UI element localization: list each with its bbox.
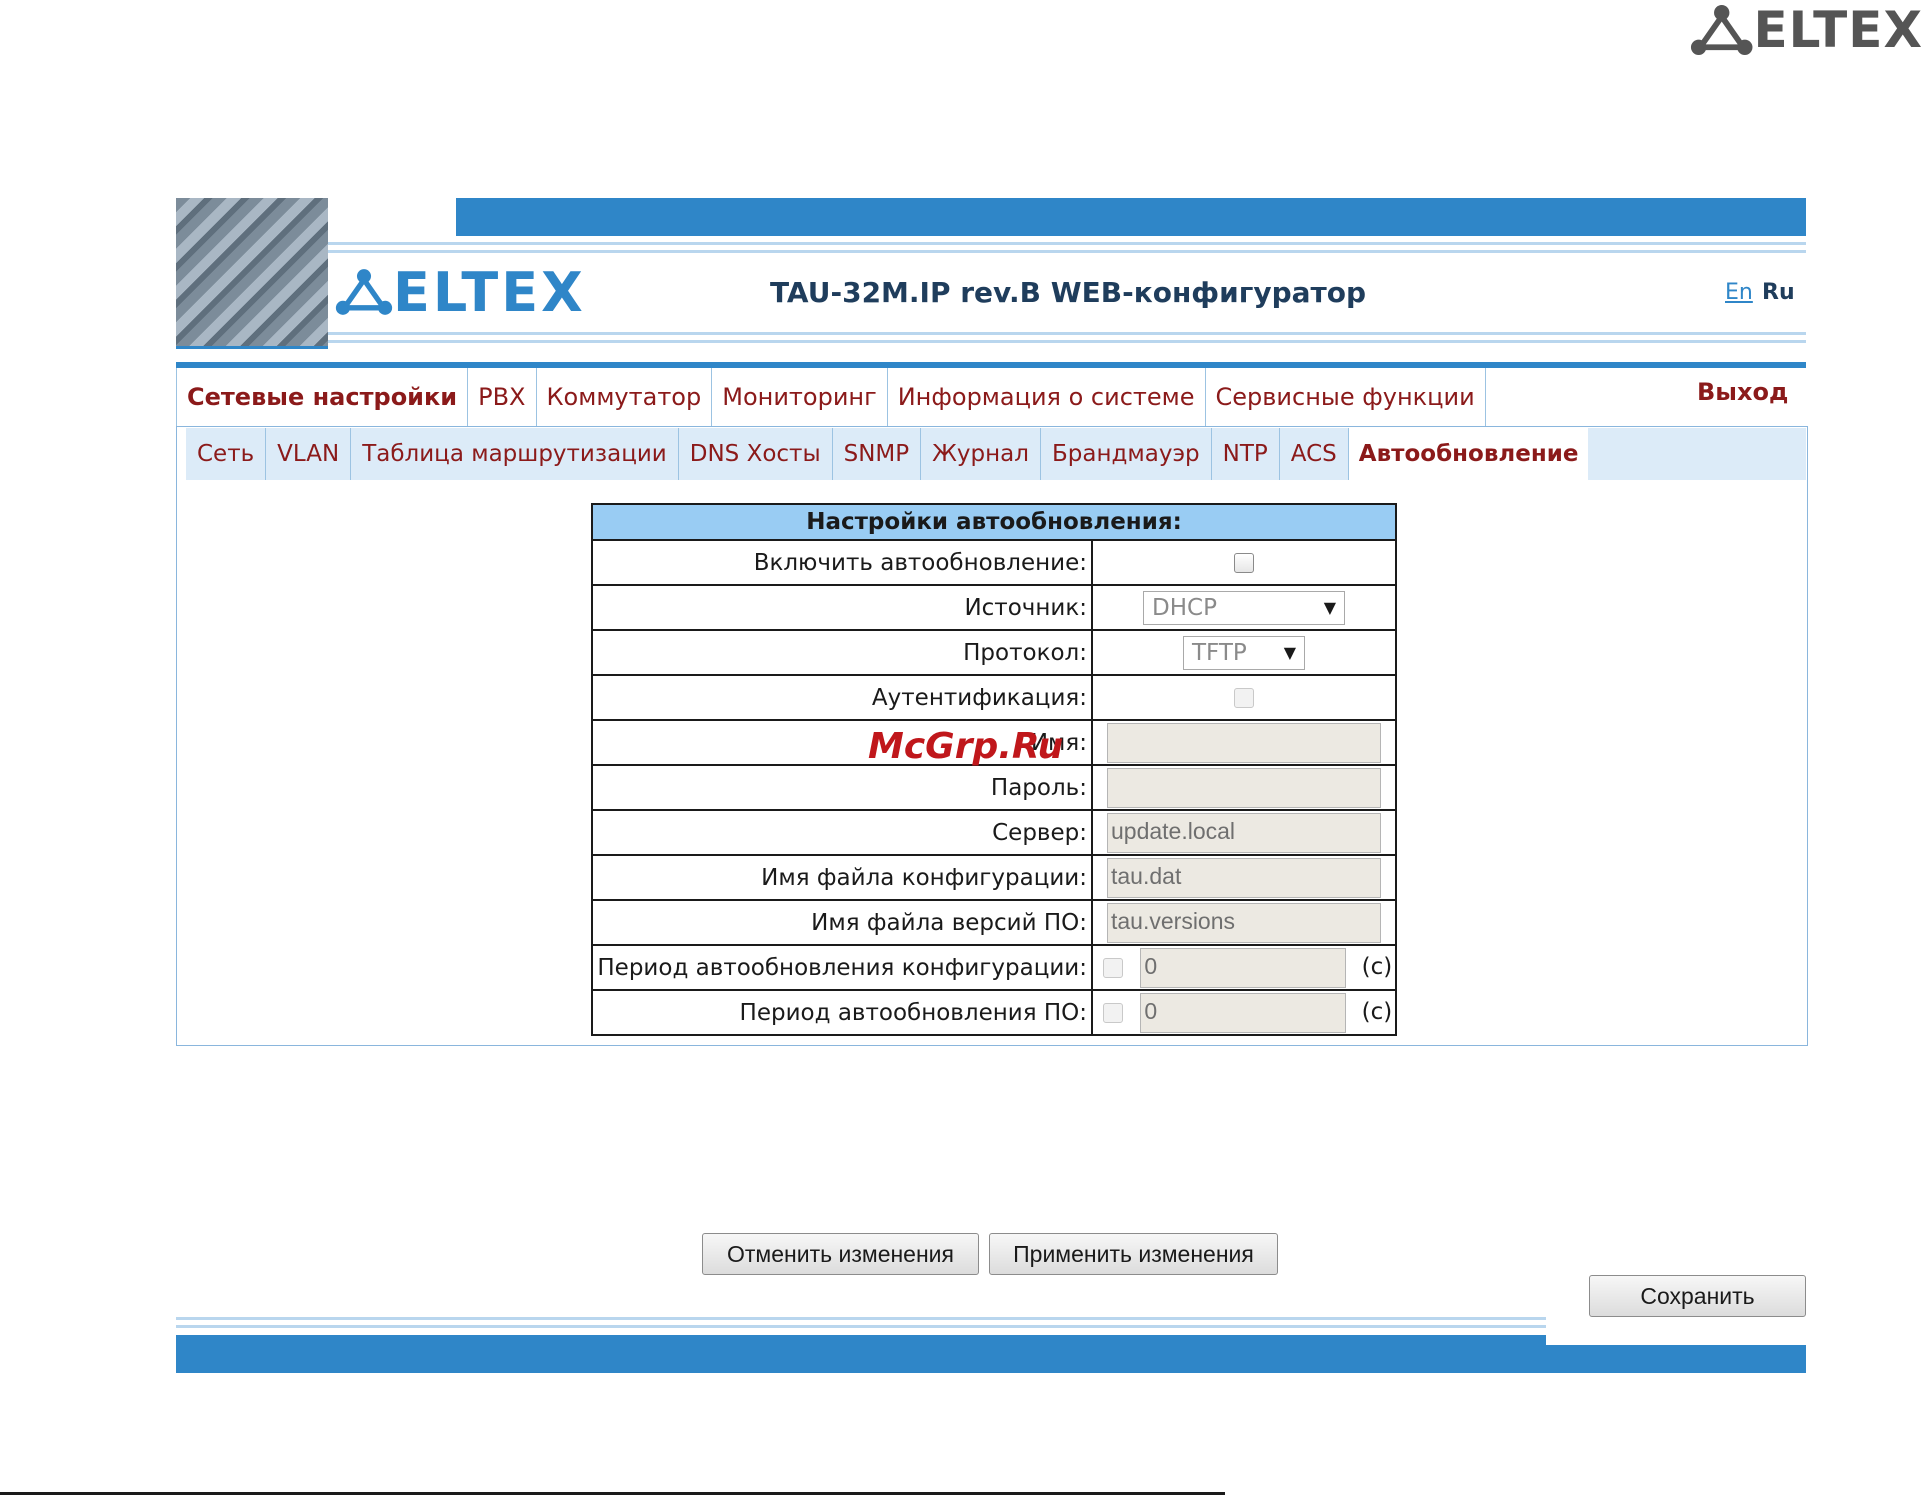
subtab-autoupdate[interactable]: Автообновление bbox=[1348, 428, 1589, 480]
config-period-label: Период автообновления конфигурации: bbox=[591, 944, 1093, 991]
protocol-select-value: TFTP bbox=[1192, 639, 1247, 666]
subtab-snmp[interactable]: SNMP bbox=[833, 428, 922, 480]
eltex-people-icon bbox=[1690, 5, 1753, 55]
fw-period-checkbox[interactable] bbox=[1103, 1002, 1123, 1023]
fw-period-label: Период автообновления ПО: bbox=[591, 989, 1093, 1036]
subtab-dns-hosts[interactable]: DNS Хосты bbox=[679, 428, 833, 480]
subtab-routing-table[interactable]: Таблица маршрутизации bbox=[351, 428, 679, 480]
table-row: Аутентификация: bbox=[591, 674, 1397, 721]
password-input[interactable] bbox=[1107, 767, 1381, 808]
table-row: Имя файла версий ПО: tau.versions bbox=[591, 899, 1397, 946]
dropdown-arrow-icon: ▼ bbox=[1283, 643, 1296, 662]
name-input[interactable] bbox=[1107, 722, 1381, 763]
table-row: Протокол: TFTP ▼ bbox=[591, 629, 1397, 676]
subtab-ntp[interactable]: NTP bbox=[1212, 428, 1280, 480]
tab-switch[interactable]: Коммутатор bbox=[536, 368, 713, 426]
lang-ru-link[interactable]: Ru bbox=[1762, 280, 1795, 305]
sub-nav: Сеть VLAN Таблица маршрутизации DNS Хост… bbox=[186, 428, 1806, 480]
lang-en-link[interactable]: En bbox=[1725, 280, 1753, 305]
versions-file-input[interactable]: tau.versions bbox=[1107, 902, 1381, 943]
tab-service-functions[interactable]: Сервисные функции bbox=[1205, 368, 1486, 426]
protocol-label: Протокол: bbox=[591, 629, 1093, 676]
server-input[interactable]: update.local bbox=[1107, 812, 1381, 853]
dropdown-arrow-icon: ▼ bbox=[1323, 598, 1336, 617]
config-file-label: Имя файла конфигурации: bbox=[591, 854, 1093, 901]
save-button[interactable]: Сохранить bbox=[1589, 1275, 1806, 1317]
tab-monitoring[interactable]: Мониторинг bbox=[712, 368, 888, 426]
table-row: Источник: DHCP ▼ bbox=[591, 584, 1397, 631]
table-row: Период автообновления ПО: 0 (c) bbox=[591, 989, 1397, 1036]
config-period-unit: (c) bbox=[1361, 954, 1393, 980]
protocol-select[interactable]: TFTP ▼ bbox=[1183, 635, 1305, 670]
config-period-checkbox[interactable] bbox=[1103, 957, 1123, 978]
auth-checkbox[interactable] bbox=[1234, 688, 1254, 708]
header-photo bbox=[176, 198, 328, 349]
config-period-input[interactable]: 0 bbox=[1140, 947, 1347, 988]
tab-network-settings[interactable]: Сетевые настройки bbox=[176, 368, 469, 426]
password-label: Пароль: bbox=[591, 764, 1093, 811]
subtab-acs[interactable]: ACS bbox=[1280, 428, 1349, 480]
table-row: Период автообновления конфигурации: 0 (c… bbox=[591, 944, 1397, 991]
logout-link[interactable]: Выход bbox=[1697, 378, 1788, 406]
header-logo-text: ELTEX bbox=[393, 260, 586, 324]
eltex-logo: ELTEX bbox=[1690, 0, 1923, 60]
page-title: TAU-32M.IP rev.B WEB-конфигуратор bbox=[770, 276, 1367, 309]
cancel-changes-button[interactable]: Отменить изменения bbox=[702, 1233, 979, 1275]
watermark: McGrp.Ru bbox=[868, 726, 1064, 767]
enable-autoupdate-label: Включить автообновление: bbox=[591, 539, 1093, 586]
eltex-people-icon bbox=[335, 269, 393, 315]
versions-file-label: Имя файла версий ПО: bbox=[591, 899, 1093, 946]
table-row: Пароль: bbox=[591, 764, 1397, 811]
subtab-firewall[interactable]: Брандмауэр bbox=[1041, 428, 1212, 480]
auth-label: Аутентификация: bbox=[591, 674, 1093, 721]
header-logo: ELTEX bbox=[335, 260, 586, 324]
table-row: Включить автообновление: bbox=[591, 539, 1397, 586]
config-file-input[interactable]: tau.dat bbox=[1107, 857, 1381, 898]
footer-stripes bbox=[176, 1315, 1546, 1335]
fw-period-unit: (c) bbox=[1361, 999, 1393, 1025]
fw-period-input[interactable]: 0 bbox=[1140, 992, 1347, 1033]
tab-system-info[interactable]: Информация о системе bbox=[887, 368, 1206, 426]
table-row: Имя файла конфигурации: tau.dat bbox=[591, 854, 1397, 901]
main-nav: Сетевые настройки PBX Коммутатор Монитор… bbox=[176, 368, 1806, 426]
table-row: Сервер: update.local bbox=[591, 809, 1397, 856]
subtab-vlan[interactable]: VLAN bbox=[266, 428, 352, 480]
footer-bar bbox=[176, 1335, 1806, 1373]
server-label: Сервер: bbox=[591, 809, 1093, 856]
enable-autoupdate-checkbox[interactable] bbox=[1234, 553, 1254, 573]
autoupdate-settings-table: Настройки автообновления: Включить автоо… bbox=[591, 503, 1397, 1036]
subtab-log[interactable]: Журнал bbox=[921, 428, 1041, 480]
source-label: Источник: bbox=[591, 584, 1093, 631]
apply-changes-button[interactable]: Применить изменения bbox=[989, 1233, 1278, 1275]
source-select[interactable]: DHCP ▼ bbox=[1143, 590, 1345, 625]
tab-pbx[interactable]: PBX bbox=[468, 368, 537, 426]
header-top-bar bbox=[176, 198, 1806, 236]
eltex-logo-text: ELTEX bbox=[1753, 1, 1923, 59]
table-header: Настройки автообновления: bbox=[591, 503, 1397, 541]
source-select-value: DHCP bbox=[1152, 594, 1217, 621]
subtab-network[interactable]: Сеть bbox=[186, 428, 267, 480]
bottom-rule bbox=[0, 1492, 1225, 1495]
